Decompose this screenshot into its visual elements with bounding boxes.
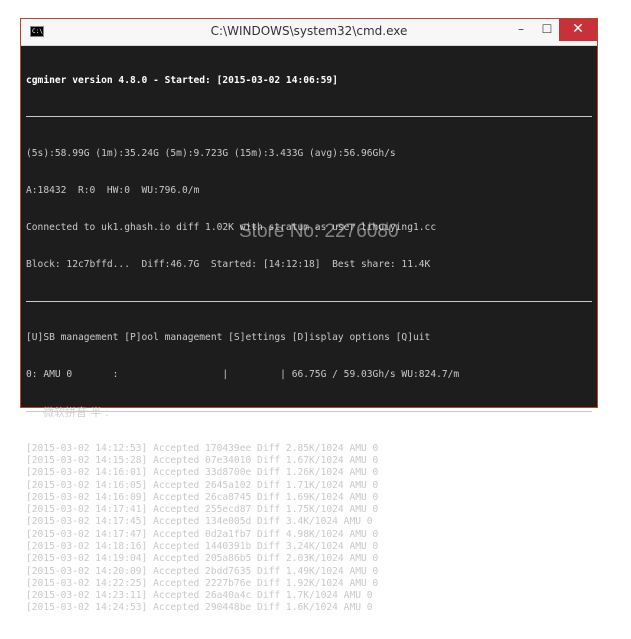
device-status: 0: AMU 0 : | | 66.75G / 59.03Gh/s WU:824… <box>26 369 460 381</box>
log-line: [2015-03-02 14:16:01] Accepted 33d8700e … <box>26 467 379 479</box>
log-line: [2015-03-02 14:24:53] Accepted 290448be … <box>26 602 373 614</box>
maximize-button[interactable]: ☐ <box>533 19 561 41</box>
hashrate-stats: (5s):58.99G (1m):35.24G (5m):9.723G (15m… <box>26 148 396 160</box>
log-line: [2015-03-02 14:17:45] Accepted 134e005d … <box>26 516 373 528</box>
cgminer-header: cgminer version 4.8.0 - Started: [2015-0… <box>26 74 338 86</box>
separator-line <box>26 116 592 118</box>
log-line: [2015-03-02 14:23:11] Accepted 26a40a4c … <box>26 590 373 602</box>
watermark-text: Store No: 2276080 <box>239 221 399 242</box>
log-line: [2015-03-02 14:16:09] Accepted 26ca8745 … <box>26 491 379 503</box>
separator-line <box>26 411 592 413</box>
log-line: [2015-03-02 14:22:25] Accepted 2227b76e … <box>26 577 379 589</box>
log-line: [2015-03-02 14:16:05] Accepted 2645a102 … <box>26 479 379 491</box>
log-line: [2015-03-02 14:20:09] Accepted 2bdd7635 … <box>26 565 379 577</box>
log-line: [2015-03-02 14:19:04] Accepted 205a86b5 … <box>26 553 379 565</box>
log-line: [2015-03-02 14:17:41] Accepted 255ecd87 … <box>26 504 379 516</box>
minimize-button[interactable]: – <box>507 19 535 41</box>
log-line: [2015-03-02 14:15:28] Accepted 07e34010 … <box>26 454 379 466</box>
block-info: Block: 12c7bffd... Diff:46.7G Started: [… <box>26 258 431 270</box>
log-line: [2015-03-02 14:17:47] Accepted 0d2a1fb7 … <box>26 528 379 540</box>
close-button[interactable]: ✕ <box>559 19 597 41</box>
separator-line <box>26 300 592 302</box>
title-bar[interactable]: C:\ C:\WINDOWS\system32\cmd.exe – ☐ ✕ <box>21 19 597 46</box>
share-log: [2015-03-02 14:12:53] Accepted 170439ee … <box>26 443 592 615</box>
ime-status-bar: 微软拼音 半 : <box>43 406 109 419</box>
log-line: [2015-03-02 14:18:16] Accepted 1440391b … <box>26 540 379 552</box>
cmd-window: C:\ C:\WINDOWS\system32\cmd.exe – ☐ ✕ cg… <box>20 18 598 613</box>
menu-options: [U]SB management [P]ool management [S]et… <box>26 332 431 344</box>
log-line: [2015-03-02 14:12:53] Accepted 170439ee … <box>26 442 379 454</box>
share-stats: A:18432 R:0 HW:0 WU:796.0/m <box>26 184 200 196</box>
